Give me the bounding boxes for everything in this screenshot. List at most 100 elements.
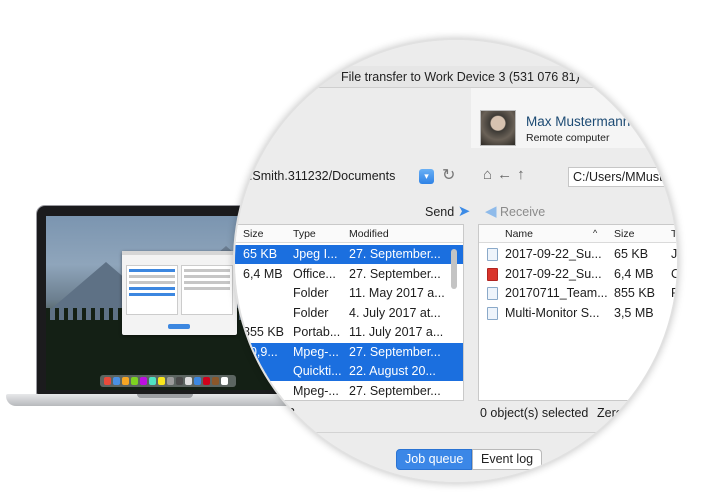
dock	[100, 375, 236, 387]
cell-type: Porta	[671, 286, 679, 300]
mini-row	[129, 281, 175, 284]
image-file-icon	[487, 248, 498, 261]
column-header-name[interactable]: Name	[505, 228, 533, 240]
cell-modified: 27. September...	[349, 247, 441, 261]
column-header-type[interactable]: Type	[671, 228, 677, 240]
dock-app-icon	[203, 377, 210, 385]
window-titlebar: File transfer to Work Device 3 (531 076 …	[235, 66, 677, 88]
cell-size: 855 KB	[243, 325, 285, 339]
cell-name: 2017-09-22_Su...	[505, 266, 602, 281]
refresh-icon[interactable]: ↻	[442, 165, 455, 185]
remote-nav-icons: ⌂←↑	[483, 166, 530, 183]
mini-titlebar	[122, 251, 237, 255]
cell-size: 65 KB	[243, 247, 278, 261]
up-arrow-icon[interactable]: ↑	[517, 166, 530, 183]
local-file-list[interactable]: Size Type Modified 65 KB Jpeg I... 27. Sep…	[235, 224, 464, 401]
table-row[interactable]: 65 KB Jpeg I... 27. September...	[235, 245, 463, 264]
table-row[interactable]: Folder 11. May 2017 a...	[235, 284, 463, 303]
table-row[interactable]: Mpeg-... 27. September...	[235, 382, 463, 401]
dock-app-icon	[113, 377, 120, 385]
dock-app-icon	[185, 377, 192, 385]
cell-size: 3,5 MB	[614, 305, 654, 320]
dock-app-icon	[104, 377, 111, 385]
cell-modified: 4. July 2017 at...	[349, 305, 441, 320]
table-row[interactable]: Multi-Monitor S... 3,5 MB Port	[479, 304, 679, 323]
magnifier-circle: File transfer to Work Device 3 (531 076 …	[233, 38, 679, 484]
document-file-icon	[487, 287, 498, 300]
scrollbar[interactable]	[451, 249, 457, 289]
cell-modified: 27. September...	[349, 266, 441, 281]
dock-app-icon	[149, 377, 156, 385]
table-row[interactable]: 40,9... Mpeg-... 27. September...	[235, 342, 463, 362]
table-row[interactable]: 15... Quickti... 22. August 20...	[235, 362, 463, 381]
column-header-size[interactable]: Size	[243, 228, 263, 240]
cell-modified: 27. September...	[349, 344, 441, 359]
mini-tab-button	[168, 324, 190, 329]
chevron-down-icon[interactable]: ▾	[419, 169, 434, 184]
mini-row	[129, 269, 175, 272]
cell-name: Multi-Monitor S...	[505, 305, 600, 320]
dock-app-icon	[122, 377, 129, 385]
file-transfer-window: File transfer to Work Device 3 (531 076 …	[235, 40, 679, 482]
pdf-file-icon	[487, 267, 498, 281]
cell-type: Folder	[293, 305, 329, 320]
remote-user-name: Max Mustermann	[526, 114, 631, 129]
cell-type: Mpeg-...	[293, 344, 339, 359]
send-button[interactable]: Send ➤	[425, 202, 470, 220]
dock-app-icon	[221, 377, 228, 385]
receive-button[interactable]: ◀ Receive	[485, 202, 545, 220]
table-row[interactable]: 6,4 MB Office... 27. September...	[235, 265, 463, 284]
table-row[interactable]: 855 KB Portab... 11. July 2017 a...	[235, 323, 463, 342]
cell-name: 20170711_Team...	[505, 286, 608, 300]
tab-event-log[interactable]: Event log	[472, 449, 543, 470]
cell-size: 40,9...	[243, 344, 278, 359]
mini-row	[129, 287, 175, 290]
remote-table-header: Name ^ Size Type	[479, 225, 677, 243]
home-icon[interactable]: ⌂	[483, 166, 497, 183]
column-header-size[interactable]: Size	[614, 228, 634, 240]
receive-arrow-icon: ◀	[485, 203, 497, 220]
mini-local-pane	[126, 265, 178, 315]
remote-computer-label: Remote computer	[526, 132, 610, 144]
cell-type: Portab...	[293, 325, 341, 339]
cell-type: Offic	[671, 267, 677, 281]
dock-app-icon	[194, 377, 201, 385]
local-table-header: Size Type Modified	[235, 225, 463, 243]
remote-selection-size: Zero K	[597, 406, 635, 420]
cell-modified: 22. August 20...	[349, 364, 436, 378]
cell-type: Port	[671, 305, 679, 320]
send-arrow-icon: ➤	[457, 203, 471, 220]
back-arrow-icon[interactable]: ←	[497, 166, 517, 183]
column-header-modified[interactable]: Modified	[349, 228, 389, 240]
remote-file-list[interactable]: Name ^ Size Type 2017-09-22_Su... 65 KB Jp…	[478, 224, 679, 401]
mini-row	[129, 275, 175, 278]
dock-app-icon	[167, 377, 174, 385]
cell-modified: 27. September...	[349, 383, 441, 398]
table-row[interactable]: 2017-09-22_Su... 65 KB Jpeg	[479, 245, 678, 264]
cell-size: 6,4 MB	[243, 266, 283, 281]
dock-app-icon	[176, 377, 183, 385]
remote-selection-status: 0 object(s) selected	[480, 406, 589, 420]
tab-job-queue[interactable]: Job queue	[396, 449, 473, 470]
remote-path-input[interactable]: C:/Users/MMust/Doc	[568, 167, 677, 187]
mini-remote-pane	[181, 265, 233, 315]
sort-chevron-icon[interactable]: ^	[593, 228, 597, 238]
cell-type: Jpeg I...	[293, 247, 338, 261]
table-row[interactable]: 2017-09-22_Su... 6,4 MB Offic	[479, 265, 677, 284]
cell-type: Folder	[293, 286, 329, 300]
mini-row	[184, 281, 230, 284]
local-path[interactable]: n.Smith.311232/Documents	[242, 169, 395, 183]
cell-type: Jpeg	[671, 247, 678, 261]
cell-type: Quickti...	[293, 364, 342, 378]
laptop-notch	[137, 394, 193, 398]
table-row[interactable]: Folder 4. July 2017 at...	[235, 304, 463, 323]
dock-app-icon	[140, 377, 147, 385]
mini-row	[184, 269, 230, 272]
column-header-type[interactable]: Type	[293, 228, 316, 240]
send-label: Send	[425, 205, 455, 219]
dock-app-icon	[212, 377, 219, 385]
table-row[interactable]: 20170711_Team... 855 KB Porta	[479, 284, 679, 303]
cell-type: Office...	[293, 266, 336, 281]
cell-size: 855 KB	[614, 286, 656, 300]
cell-modified: 11. July 2017 a...	[349, 325, 444, 339]
